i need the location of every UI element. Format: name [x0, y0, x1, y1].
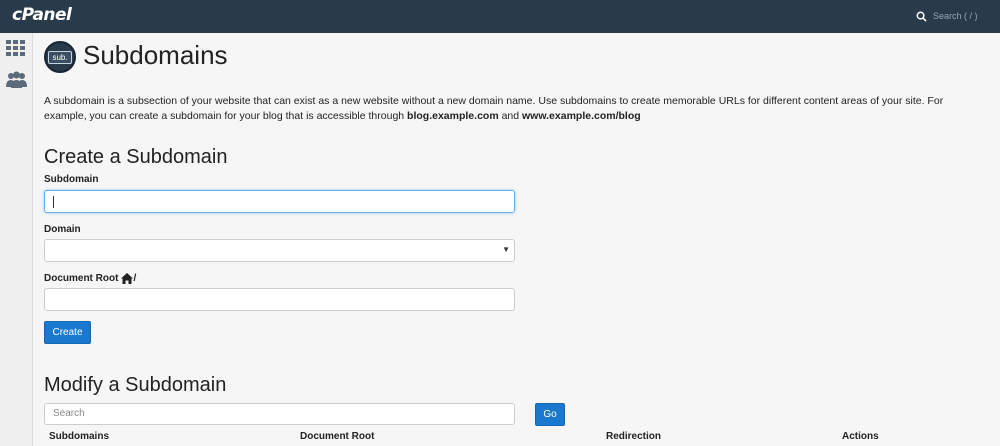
create-heading: Create a Subdomain	[44, 146, 228, 168]
grid-icon[interactable]	[6, 40, 27, 58]
sidebar	[0, 33, 33, 446]
subdomain-input[interactable]	[44, 190, 515, 213]
users-icon[interactable]	[6, 71, 27, 89]
top-search-label: Search ( / )	[933, 11, 978, 21]
create-button[interactable]: Create	[44, 321, 91, 344]
subdomains-app-icon: sub.	[44, 41, 76, 73]
column-header-document-root[interactable]: Document Root	[300, 431, 374, 442]
home-icon	[121, 273, 134, 284]
text-caret	[53, 196, 54, 208]
dropdown-arrow-icon: ▼	[502, 245, 510, 254]
app-icon-text: sub.	[48, 50, 72, 64]
docroot-label: Document Root	[44, 273, 119, 284]
page-title: Subdomains	[83, 40, 228, 70]
subdomain-search-input[interactable]: Search	[44, 403, 515, 425]
document-root-input[interactable]	[44, 288, 515, 311]
column-header-actions: Actions	[842, 431, 879, 442]
column-header-subdomains[interactable]: Subdomains	[49, 431, 109, 442]
docroot-suffix: /	[133, 273, 137, 284]
go-button[interactable]: Go	[535, 403, 565, 426]
top-bar: cPanel Search ( / )	[0, 0, 1000, 33]
domain-select[interactable]: ▼	[44, 239, 515, 262]
column-header-redirection[interactable]: Redirection	[606, 431, 661, 442]
search-icon	[916, 11, 927, 22]
example-subdomain: blog.example.com	[407, 110, 499, 122]
main-content: sub. Subdomains A subdomain is a subsect…	[34, 33, 1000, 446]
domain-label: Domain	[44, 224, 81, 235]
example-path: www.example.com/blog	[522, 110, 641, 122]
description-and: and	[498, 110, 523, 122]
top-search[interactable]: Search ( / )	[916, 9, 978, 23]
modify-heading: Modify a Subdomain	[44, 374, 227, 396]
page-description: A subdomain is a subsection of your webs…	[44, 94, 988, 124]
docroot-label-row: Document Root /	[44, 273, 136, 284]
subdomain-label: Subdomain	[44, 174, 99, 185]
cpanel-logo[interactable]: cPanel	[12, 5, 72, 25]
